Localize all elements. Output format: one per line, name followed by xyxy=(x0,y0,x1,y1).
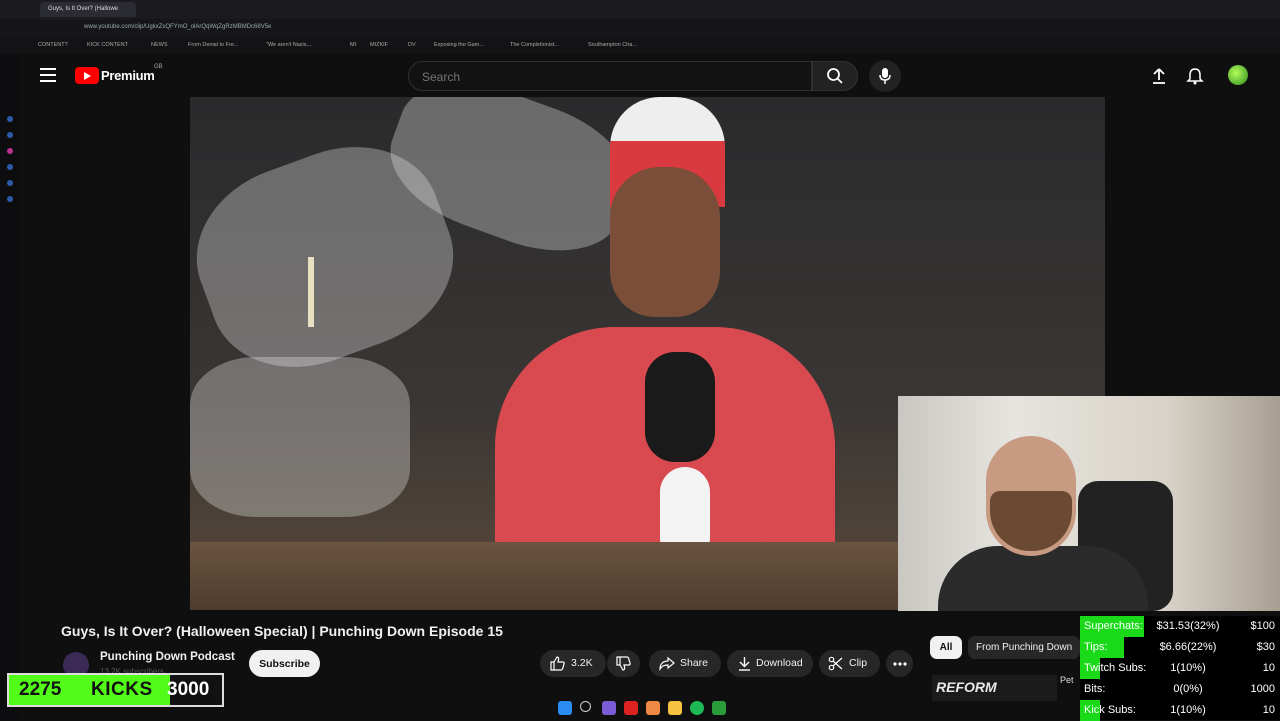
podcast-host-head xyxy=(610,167,720,317)
podcast-microphone xyxy=(645,352,715,462)
bookmark-item[interactable]: Exposing the Gam... xyxy=(434,42,484,48)
bookmark-item[interactable]: MIZKIF xyxy=(370,42,388,48)
stat-value: $6.66(22%) xyxy=(1159,641,1217,653)
stat-row: Superchats: $31.53(32%) $100 xyxy=(1080,616,1280,637)
thumbnail-text: REFORM xyxy=(936,679,997,695)
browser-icon[interactable] xyxy=(646,701,660,715)
kicks-goal-overlay: 2275 KICKS 3000 xyxy=(7,673,224,707)
browser-sidebar xyxy=(0,54,20,720)
spotify-icon[interactable] xyxy=(690,701,704,715)
bookmark-item[interactable]: Southampton Cha... xyxy=(588,42,637,48)
download-label: Download xyxy=(756,657,803,669)
download-button[interactable]: Download xyxy=(727,650,813,677)
search-button[interactable] xyxy=(812,61,858,91)
stat-label: Twitch Subs: xyxy=(1084,662,1147,674)
stat-row: Tips: $6.66(22%) $30 xyxy=(1080,637,1280,658)
sidebar-app-icon[interactable] xyxy=(7,132,13,138)
bookmark-item[interactable]: From Denial to Fre... xyxy=(188,42,238,48)
more-actions-button[interactable] xyxy=(886,650,913,677)
xbox-icon[interactable] xyxy=(712,701,726,715)
stat-value: $31.53(32%) xyxy=(1156,620,1220,632)
recommended-video-title[interactable]: Pet xyxy=(1060,675,1074,685)
thumbs-down-icon xyxy=(616,656,631,671)
youtube-logo-icon[interactable] xyxy=(75,67,99,84)
stream-goals-overlay: Superchats: $31.53(32%) $100 Tips: $6.66(22%… xyxy=(1080,616,1280,721)
clip-label: Clip xyxy=(849,657,868,669)
bookmark-item[interactable]: The Completionist... xyxy=(510,42,559,48)
candle xyxy=(308,257,314,327)
clip-button[interactable]: Clip xyxy=(819,650,880,677)
channel-name[interactable]: Punching Down Podcast xyxy=(100,651,235,663)
stat-goal: 10 xyxy=(1262,662,1275,674)
stat-row: Kick Subs: 1(10%) 10 xyxy=(1080,700,1280,721)
stat-row: Twitch Subs: 1(10%) 10 xyxy=(1080,658,1280,679)
voice-search-button[interactable] xyxy=(869,60,901,92)
streamer-body xyxy=(938,546,1148,611)
share-button[interactable]: Share xyxy=(649,650,721,677)
stat-label: Superchats: xyxy=(1084,620,1143,632)
like-button[interactable]: 3.2K xyxy=(540,650,606,677)
bookmark-item[interactable]: DV xyxy=(408,42,416,48)
streamer-webcam xyxy=(898,396,1280,611)
kicks-label: KICKS xyxy=(91,679,153,700)
microphone-icon xyxy=(879,68,891,84)
region-code: GB xyxy=(154,64,163,70)
bookmark-item[interactable]: MI xyxy=(350,42,356,48)
video-title: Guys, Is It Over? (Halloween Special) | … xyxy=(61,623,503,639)
url-text[interactable]: www.youtube.com/clip/UgkxZsQFYmO_olArQqW… xyxy=(84,24,271,30)
scissors-icon xyxy=(828,656,843,671)
thumbs-up-icon xyxy=(550,656,565,671)
stat-goal: $30 xyxy=(1256,641,1275,653)
browser-tab-bar xyxy=(0,0,1280,19)
upload-icon[interactable] xyxy=(1150,67,1168,85)
recommended-video-thumbnail[interactable]: REFORM xyxy=(932,675,1057,701)
subscribe-button[interactable]: Subscribe xyxy=(249,650,320,677)
sidebar-app-icon[interactable] xyxy=(7,180,13,186)
stat-value: 1(10%) xyxy=(1170,662,1206,674)
search-icon[interactable] xyxy=(580,701,591,712)
sidebar-app-icon[interactable] xyxy=(7,196,13,202)
share-label: Share xyxy=(680,657,709,669)
sidebar-app-icon[interactable] xyxy=(7,116,13,122)
search-icon xyxy=(827,68,843,84)
hamburger-menu-icon[interactable] xyxy=(40,68,56,82)
bookmark-item[interactable]: "We aren't Nazis,... xyxy=(266,42,313,48)
share-icon xyxy=(659,656,675,671)
bookmark-item[interactable]: CONTENT? xyxy=(38,42,68,48)
stat-goal: $100 xyxy=(1250,620,1275,632)
account-avatar[interactable] xyxy=(1228,65,1248,85)
sidebar-app-icon[interactable] xyxy=(7,164,13,170)
discord-icon[interactable] xyxy=(602,701,616,715)
youtube-premium-brand[interactable]: Premium xyxy=(101,68,155,83)
more-horizontal-icon xyxy=(893,662,907,666)
chip-all[interactable]: All xyxy=(930,636,962,659)
kicks-goal: 3000 xyxy=(167,679,210,700)
download-icon xyxy=(739,657,750,671)
like-count: 3.2K xyxy=(571,657,593,669)
search-input[interactable] xyxy=(420,69,804,85)
sidebar-app-icon[interactable] xyxy=(7,148,13,154)
taskbar xyxy=(540,698,740,720)
dislike-button[interactable] xyxy=(607,650,640,677)
windows-start-icon[interactable] xyxy=(558,701,572,715)
notifications-bell-icon[interactable] xyxy=(1186,67,1204,85)
stat-goal: 10 xyxy=(1262,704,1275,716)
browser-tab-active[interactable]: Guys, Is It Over? (Hallowe xyxy=(40,2,136,17)
stat-label: Bits: xyxy=(1084,683,1106,695)
bookmark-item[interactable]: KICK CONTENT xyxy=(87,42,128,48)
bookmark-item[interactable]: NEWS xyxy=(151,42,168,48)
stat-label: Tips: xyxy=(1084,641,1108,653)
kicks-count: 2275 xyxy=(19,679,62,700)
opera-icon[interactable] xyxy=(624,701,638,715)
bookmarks-bar: CONTENT? KICK CONTENT NEWS From Denial t… xyxy=(0,38,1280,54)
stat-label: Kick Subs: xyxy=(1084,704,1136,716)
stat-value: 1(10%) xyxy=(1170,704,1206,716)
stat-goal: 1000 xyxy=(1250,683,1275,695)
folder-icon[interactable] xyxy=(668,701,682,715)
stat-value: 0(0%) xyxy=(1173,683,1203,695)
chip-from-channel[interactable]: From Punching Down xyxy=(968,636,1080,659)
stat-row: Bits: 0(0%) 1000 xyxy=(1080,679,1280,700)
